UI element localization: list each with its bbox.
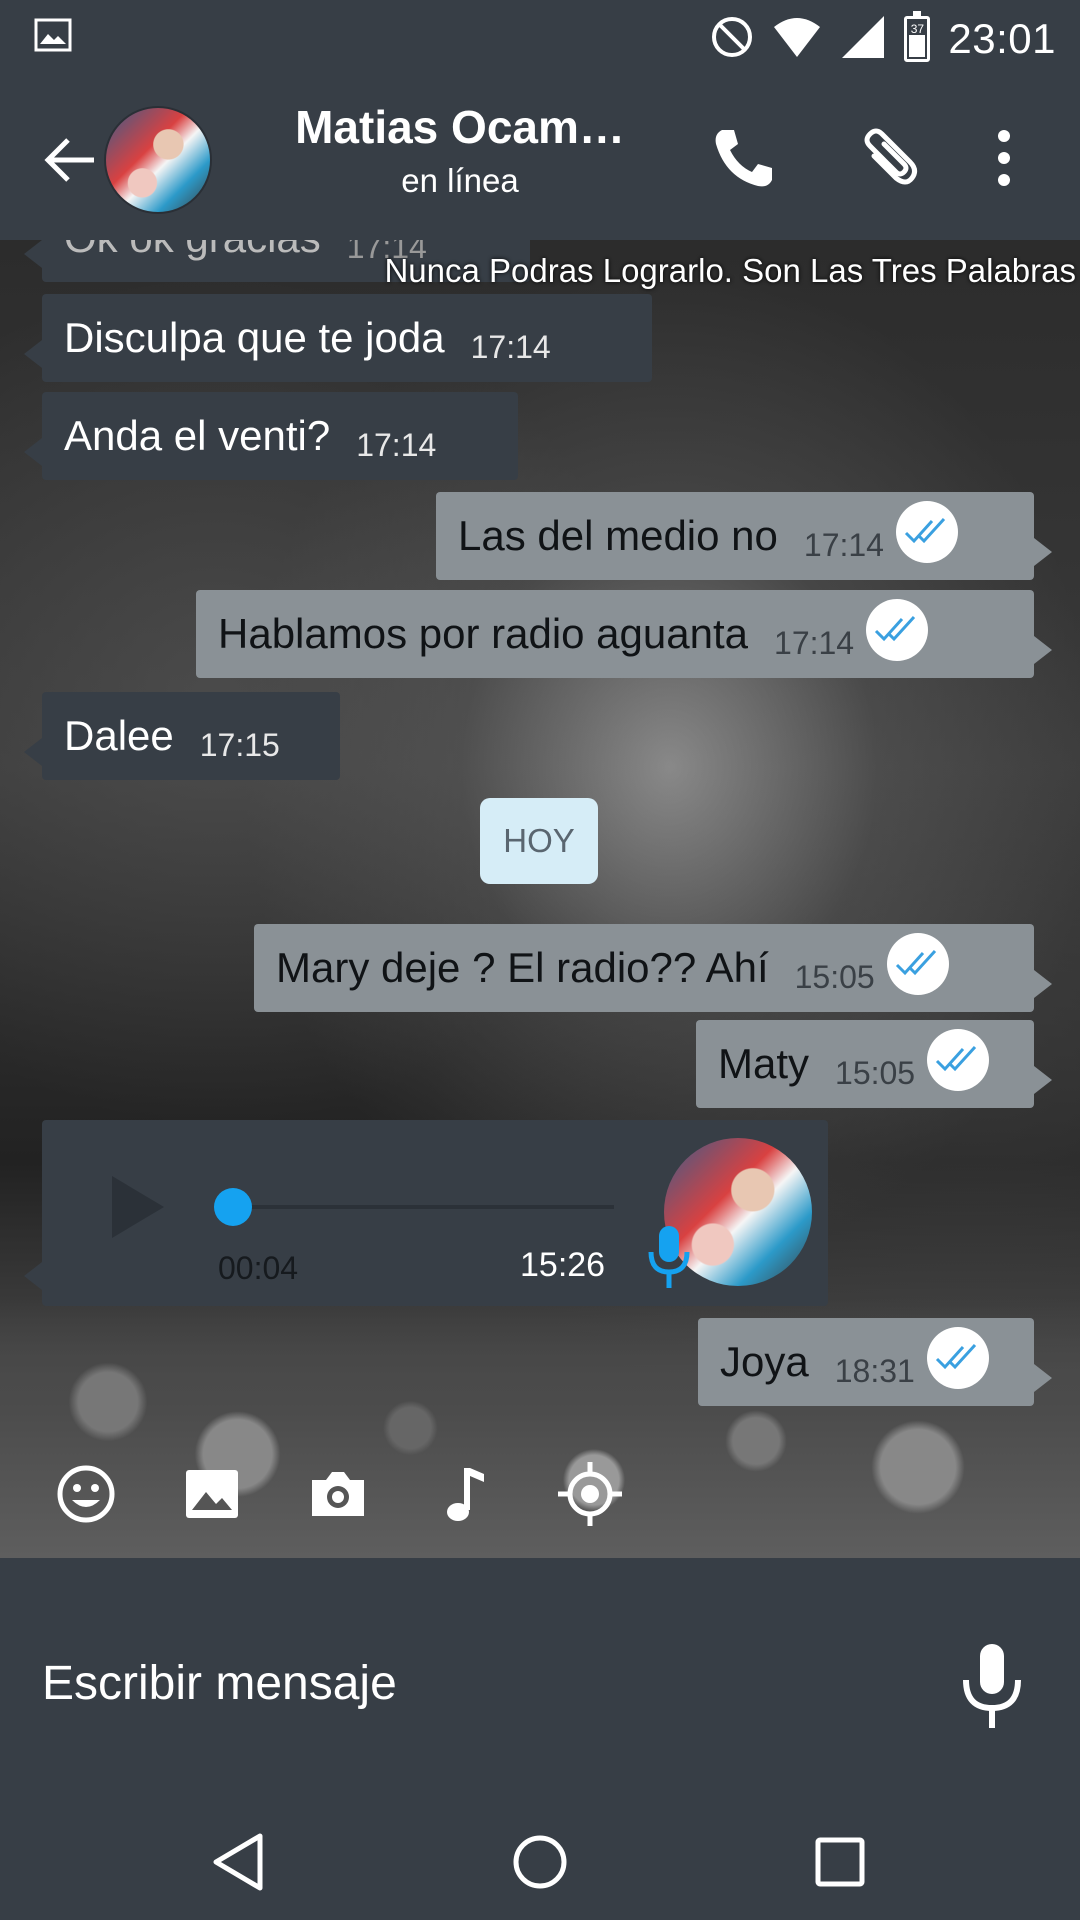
message-bubble-outgoing[interactable]: Mary deje ? El radio?? Ahí 15:05 <box>254 924 1052 1012</box>
message-bubble-incoming[interactable]: Dalee 17:15 <box>24 692 340 780</box>
message-text: Disculpa que te joda <box>64 314 445 361</box>
battery-icon: 37 <box>904 11 931 62</box>
message-time: 17:14 <box>356 426 437 463</box>
compose-bar <box>0 1558 1080 1800</box>
message-bubble-outgoing[interactable]: Joya 18:31 <box>698 1318 1052 1406</box>
double-check-icon <box>895 501 958 563</box>
clock: 23:01 <box>948 15 1056 62</box>
back-arrow-icon[interactable] <box>40 130 100 190</box>
message-text: Dalee <box>64 712 174 759</box>
marquee-status: Nunca Podras Lograrlo. Son Las Tres Pala… <box>384 252 1076 289</box>
message-time: 15:05 <box>835 1054 916 1091</box>
date-separator: HOY <box>480 798 598 884</box>
message-time: 18:31 <box>834 1352 915 1389</box>
gallery-icon[interactable] <box>176 1458 248 1530</box>
message-text: Maty <box>718 1040 810 1087</box>
status-bar: 37 23:01 <box>0 0 1080 78</box>
phone-icon[interactable] <box>708 122 780 194</box>
voice-progress-track[interactable] <box>218 1205 614 1209</box>
message-bubble-incoming[interactable]: Anda el venti? 17:14 <box>24 392 518 480</box>
contact-name: Matias Ocam… <box>295 101 625 153</box>
paperclip-icon[interactable] <box>852 122 924 194</box>
contact-status: en línea <box>401 162 519 199</box>
back-nav-icon[interactable] <box>208 1830 272 1894</box>
message-text: Ok ok gracias <box>64 240 321 262</box>
double-check-icon <box>927 1029 990 1091</box>
voice-progress-knob[interactable] <box>214 1188 252 1226</box>
message-text: Las del medio no <box>458 512 778 559</box>
play-icon[interactable] <box>108 1172 168 1242</box>
message-input[interactable] <box>42 1648 922 1718</box>
message-bubble-incoming[interactable]: Disculpa que te joda 17:14 <box>24 294 652 382</box>
chat-area[interactable]: Ok ok gracias 17:14 Nunca Podras Lograrl… <box>0 240 1080 1558</box>
double-check-icon <box>886 933 949 995</box>
battery-level: 37 <box>910 22 925 36</box>
recents-nav-icon[interactable] <box>808 1830 872 1894</box>
double-check-icon <box>926 1327 989 1389</box>
location-icon[interactable] <box>554 1458 626 1530</box>
more-vert-icon[interactable] <box>984 122 1056 194</box>
message-bubble-outgoing[interactable]: Maty 15:05 <box>696 1020 1052 1108</box>
message-time: 15:05 <box>794 958 875 995</box>
camera-icon[interactable] <box>302 1458 374 1530</box>
message-text: Joya <box>720 1338 809 1385</box>
message-text: Anda el venti? <box>64 412 331 459</box>
signal-icon <box>840 14 886 65</box>
music-icon[interactable] <box>428 1458 500 1530</box>
chat-toolbar: Matias Ocam… en línea <box>0 78 1080 240</box>
double-check-icon <box>866 599 929 661</box>
do-not-disturb-icon <box>710 15 754 64</box>
contact-info[interactable]: Matias Ocam… en línea <box>240 100 680 200</box>
message-bubble-outgoing[interactable]: Hablamos por radio aguanta 17:14 <box>196 590 1052 678</box>
voice-message[interactable]: 00:04 15:26 <box>24 1120 828 1306</box>
message-time: 17:14 <box>774 624 855 661</box>
microphone-icon[interactable] <box>956 1640 1028 1732</box>
message-time: 17:14 <box>470 328 551 365</box>
wifi-icon <box>772 15 822 64</box>
message-text: Mary deje ? El radio?? Ahí <box>276 944 769 991</box>
voice-duration: 00:04 <box>218 1250 299 1286</box>
message-bubble-outgoing[interactable]: Las del medio no 17:14 <box>436 492 1052 580</box>
message-time: 15:26 <box>520 1246 606 1284</box>
home-nav-icon[interactable] <box>508 1830 572 1894</box>
message-time: 17:14 <box>803 526 884 563</box>
message-text: Hablamos por radio aguanta <box>218 610 749 657</box>
image-notification-icon <box>34 18 72 57</box>
message-time: 17:15 <box>199 726 280 763</box>
contact-avatar[interactable] <box>104 106 212 214</box>
system-nav-bar <box>0 1800 1080 1920</box>
microphone-icon <box>644 1222 694 1292</box>
attachment-bar <box>0 1450 1080 1540</box>
emoji-icon[interactable] <box>50 1458 122 1530</box>
